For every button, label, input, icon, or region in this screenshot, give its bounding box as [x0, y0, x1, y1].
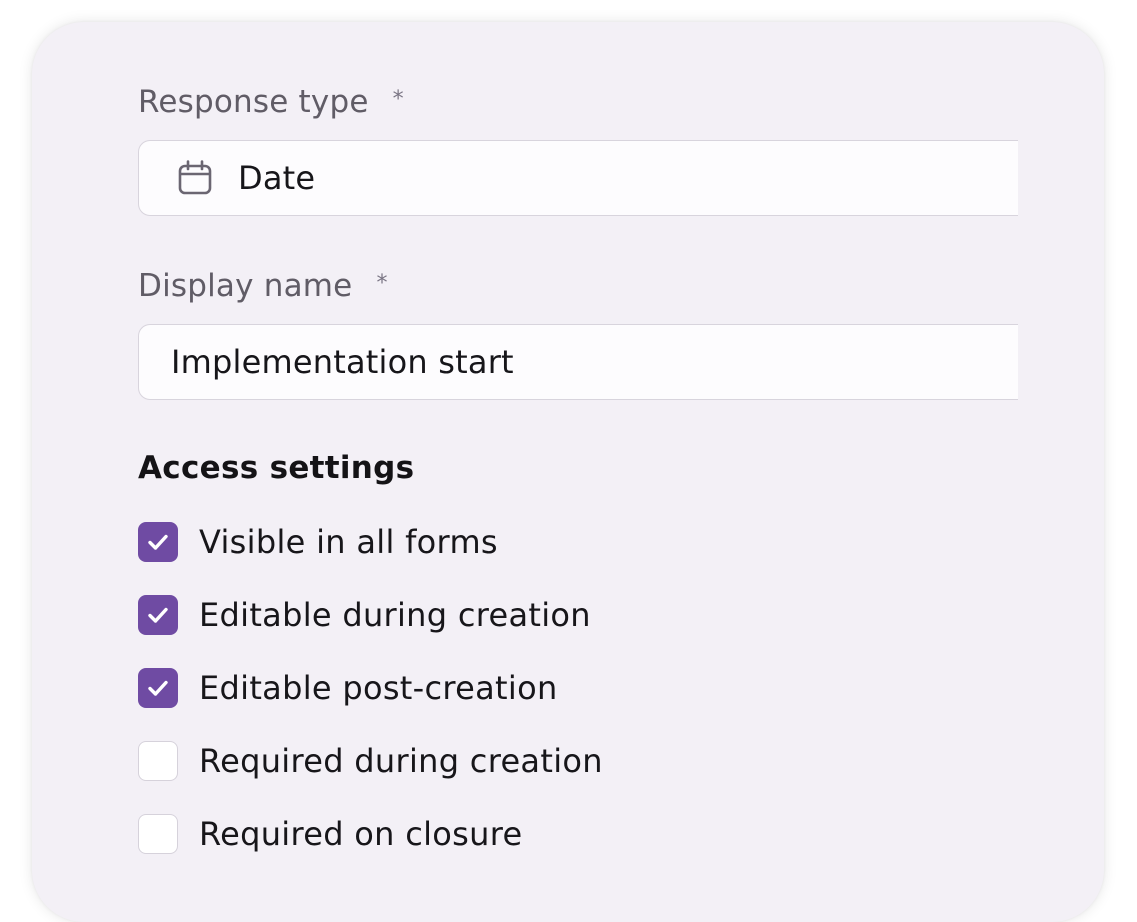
display-name-label: Display name * — [138, 268, 388, 304]
checkbox-row-required-on-closure[interactable]: Required on closure — [138, 812, 522, 856]
checkbox-unchecked[interactable] — [138, 814, 178, 854]
checkbox-row-visible-in-all-forms[interactable]: Visible in all forms — [138, 520, 498, 564]
checkbox-label: Required on closure — [199, 815, 523, 853]
display-name-label-text: Display name — [138, 268, 353, 304]
checkbox-checked[interactable] — [138, 595, 178, 635]
checkbox-label: Required during creation — [199, 742, 603, 780]
checkmark-icon — [148, 680, 168, 696]
checkmark-icon — [148, 607, 168, 623]
checkbox-label: Editable post-creation — [199, 669, 558, 707]
checkbox-row-required-during-creation[interactable]: Required during creation — [138, 739, 603, 783]
checkbox-row-editable-post-creation[interactable]: Editable post-creation — [138, 666, 558, 710]
checkmark-icon — [148, 534, 168, 550]
checkbox-label: Visible in all forms — [199, 523, 498, 561]
access-settings-title: Access settings — [138, 450, 415, 486]
response-type-label-text: Response type — [138, 84, 369, 120]
checkbox-label: Editable during creation — [199, 596, 591, 634]
settings-card: Response type * Date Display name * Implem… — [32, 22, 1104, 922]
checkbox-row-editable-during-creation[interactable]: Editable during creation — [138, 593, 591, 637]
required-asterisk: * — [376, 271, 388, 296]
required-asterisk: * — [392, 87, 404, 112]
response-type-label: Response type * — [138, 84, 404, 120]
display-name-value: Implementation start — [171, 343, 514, 381]
checkbox-checked[interactable] — [138, 522, 178, 562]
checkbox-unchecked[interactable] — [138, 741, 178, 781]
calendar-icon — [176, 159, 214, 197]
response-type-select[interactable]: Date — [138, 140, 1018, 216]
checkbox-checked[interactable] — [138, 668, 178, 708]
response-type-value: Date — [238, 159, 316, 197]
display-name-input[interactable]: Implementation start — [138, 324, 1018, 400]
